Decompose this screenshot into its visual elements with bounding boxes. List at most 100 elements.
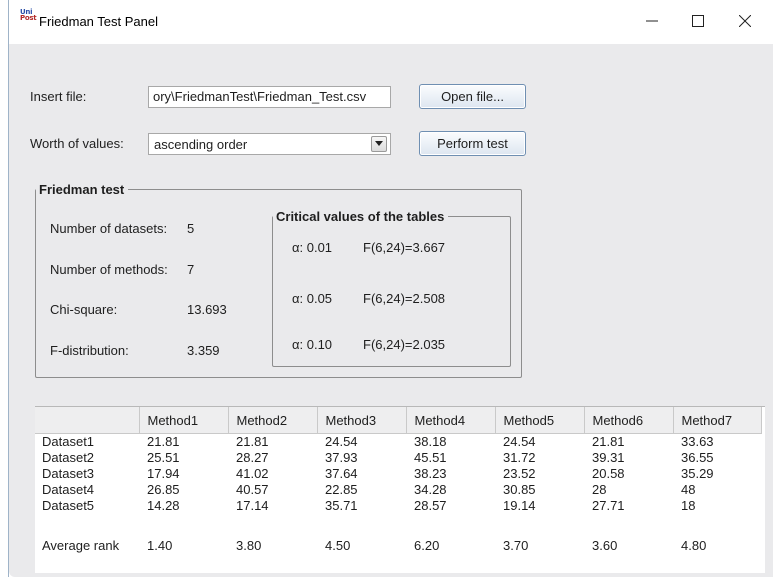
average-rank-cell: 6.20 [414,537,440,553]
column-header-method5[interactable]: Method5 [495,407,585,434]
average-rank-cell: 1.40 [147,537,173,553]
table-cell: 38.23 [414,465,447,481]
title-bar: Uni Post Friedman Test Panel [9,0,773,44]
table-cell: 34.28 [414,481,447,497]
table-row[interactable]: Dataset4 26.85 40.57 22.85 34.28 30.85 2… [35,482,761,498]
chi-square-value: 13.693 [187,302,227,317]
datasets-label: Number of datasets: [50,221,168,236]
row-label: Dataset4 [42,481,95,497]
table-row[interactable]: Dataset2 25.51 28.27 37.93 45.51 31.72 3… [35,450,761,466]
row-label: Dataset1 [42,433,95,449]
table-cell: 36.55 [681,449,714,465]
results-table: Method1 Method2 Method3 Method4 Method5 … [35,407,762,556]
table-cell: 27.71 [592,497,625,513]
column-header-method4[interactable]: Method4 [406,407,496,434]
average-rank-cell: 4.80 [681,537,707,553]
average-rank-row[interactable]: Average rank 1.40 3.80 4.50 6.20 3.70 3.… [35,534,761,556]
table-cell: 21.81 [147,433,180,449]
dropdown-button[interactable] [371,136,387,152]
table-cell: 24.54 [325,433,358,449]
row-label: Dataset5 [42,497,95,513]
table-cell: 21.81 [592,433,625,449]
row-label: Dataset3 [42,465,95,481]
open-file-button[interactable]: Open file... [419,84,526,109]
average-rank-cell: 4.50 [325,537,351,553]
column-header-method6[interactable]: Method6 [584,407,674,434]
worth-of-values-label: Worth of values: [30,136,124,151]
table-cell: 35.29 [681,465,714,481]
column-header-method1[interactable]: Method1 [139,407,229,434]
average-rank-label: Average rank [42,537,120,553]
average-rank-cell: 3.70 [503,537,529,553]
insert-file-label: Insert file: [30,89,87,104]
alpha-010-value: F(6,24)=2.035 [363,337,446,352]
window-title: Friedman Test Panel [39,14,158,29]
datasets-value: 5 [187,221,195,236]
table-header-row: Method1 Method2 Method3 Method4 Method5 … [35,407,762,434]
content-panel: Insert file: ory\FriedmanTest\Friedman_T… [9,44,773,577]
table-cell: 24.54 [503,433,536,449]
table-cell: 48 [681,481,696,497]
table-cell: 35.71 [325,497,358,513]
methods-label: Number of methods: [50,262,168,277]
column-header-corner [35,407,140,434]
worth-of-values-select[interactable]: ascending order [148,133,391,155]
table-row[interactable]: Dataset5 14.28 17.14 35.71 28.57 19.14 2… [35,498,761,514]
column-header-method7[interactable]: Method7 [673,407,762,434]
average-rank-cell: 3.60 [592,537,618,553]
table-cell: 17.94 [147,465,180,481]
minimize-button[interactable] [629,6,675,36]
table-cell: 37.93 [325,449,358,465]
table-cell: 38.18 [414,433,447,449]
table-cell: 18 [681,497,696,513]
f-distribution-label: F-distribution: [50,343,129,358]
table-cell: 25.51 [147,449,180,465]
column-header-method3[interactable]: Method3 [317,407,407,434]
table-cell: 30.85 [503,481,536,497]
methods-value: 7 [187,262,195,277]
f-distribution-value: 3.359 [187,343,220,358]
app-logo-icon: Uni Post [20,9,40,23]
table-cell: 21.81 [236,433,269,449]
file-path-field[interactable]: ory\FriedmanTest\Friedman_Test.csv [148,86,391,108]
critical-values-title: Critical values of the tables [276,209,445,224]
table-row[interactable]: Dataset3 17.94 41.02 37.64 38.23 23.52 2… [35,466,761,482]
row-label: Dataset2 [42,449,95,465]
alpha-001-value: F(6,24)=3.667 [363,240,446,255]
table-spacer-row [35,514,761,534]
perform-test-button[interactable]: Perform test [419,131,526,156]
table-cell: 17.14 [236,497,269,513]
minimize-icon [646,20,658,22]
table-cell: 45.51 [414,449,447,465]
app-logo-line2: Post [20,14,37,22]
table-cell: 22.85 [325,481,358,497]
close-icon [739,15,751,27]
table-cell: 26.85 [147,481,180,497]
maximize-button[interactable] [675,6,721,36]
table-cell: 28.27 [236,449,269,465]
table-cell: 41.02 [236,465,269,481]
table-row[interactable]: Dataset1 21.81 21.81 24.54 38.18 24.54 2… [35,433,761,450]
table-cell: 19.14 [503,497,536,513]
chevron-down-icon [375,141,383,146]
results-table-container[interactable]: Method1 Method2 Method3 Method4 Method5 … [35,406,765,573]
chi-square-label: Chi-square: [50,302,118,317]
table-cell: 40.57 [236,481,269,497]
close-button[interactable] [722,6,768,36]
friedman-test-window: Uni Post Friedman Test Panel Insert file… [8,0,773,577]
table-cell: 28 [592,481,607,497]
alpha-010-label: α: 0.10 [292,337,333,352]
alpha-005-label: α: 0.05 [292,291,333,306]
table-cell: 20.58 [592,465,625,481]
maximize-icon [692,15,704,27]
column-header-method2[interactable]: Method2 [228,407,318,434]
average-rank-cell: 3.80 [236,537,262,553]
table-cell: 39.31 [592,449,625,465]
alpha-001-label: α: 0.01 [292,240,333,255]
table-cell: 28.57 [414,497,447,513]
table-cell: 31.72 [503,449,536,465]
worth-of-values-selected: ascending order [154,137,248,152]
table-cell: 14.28 [147,497,180,513]
table-cell: 33.63 [681,433,714,449]
table-cell: 23.52 [503,465,536,481]
